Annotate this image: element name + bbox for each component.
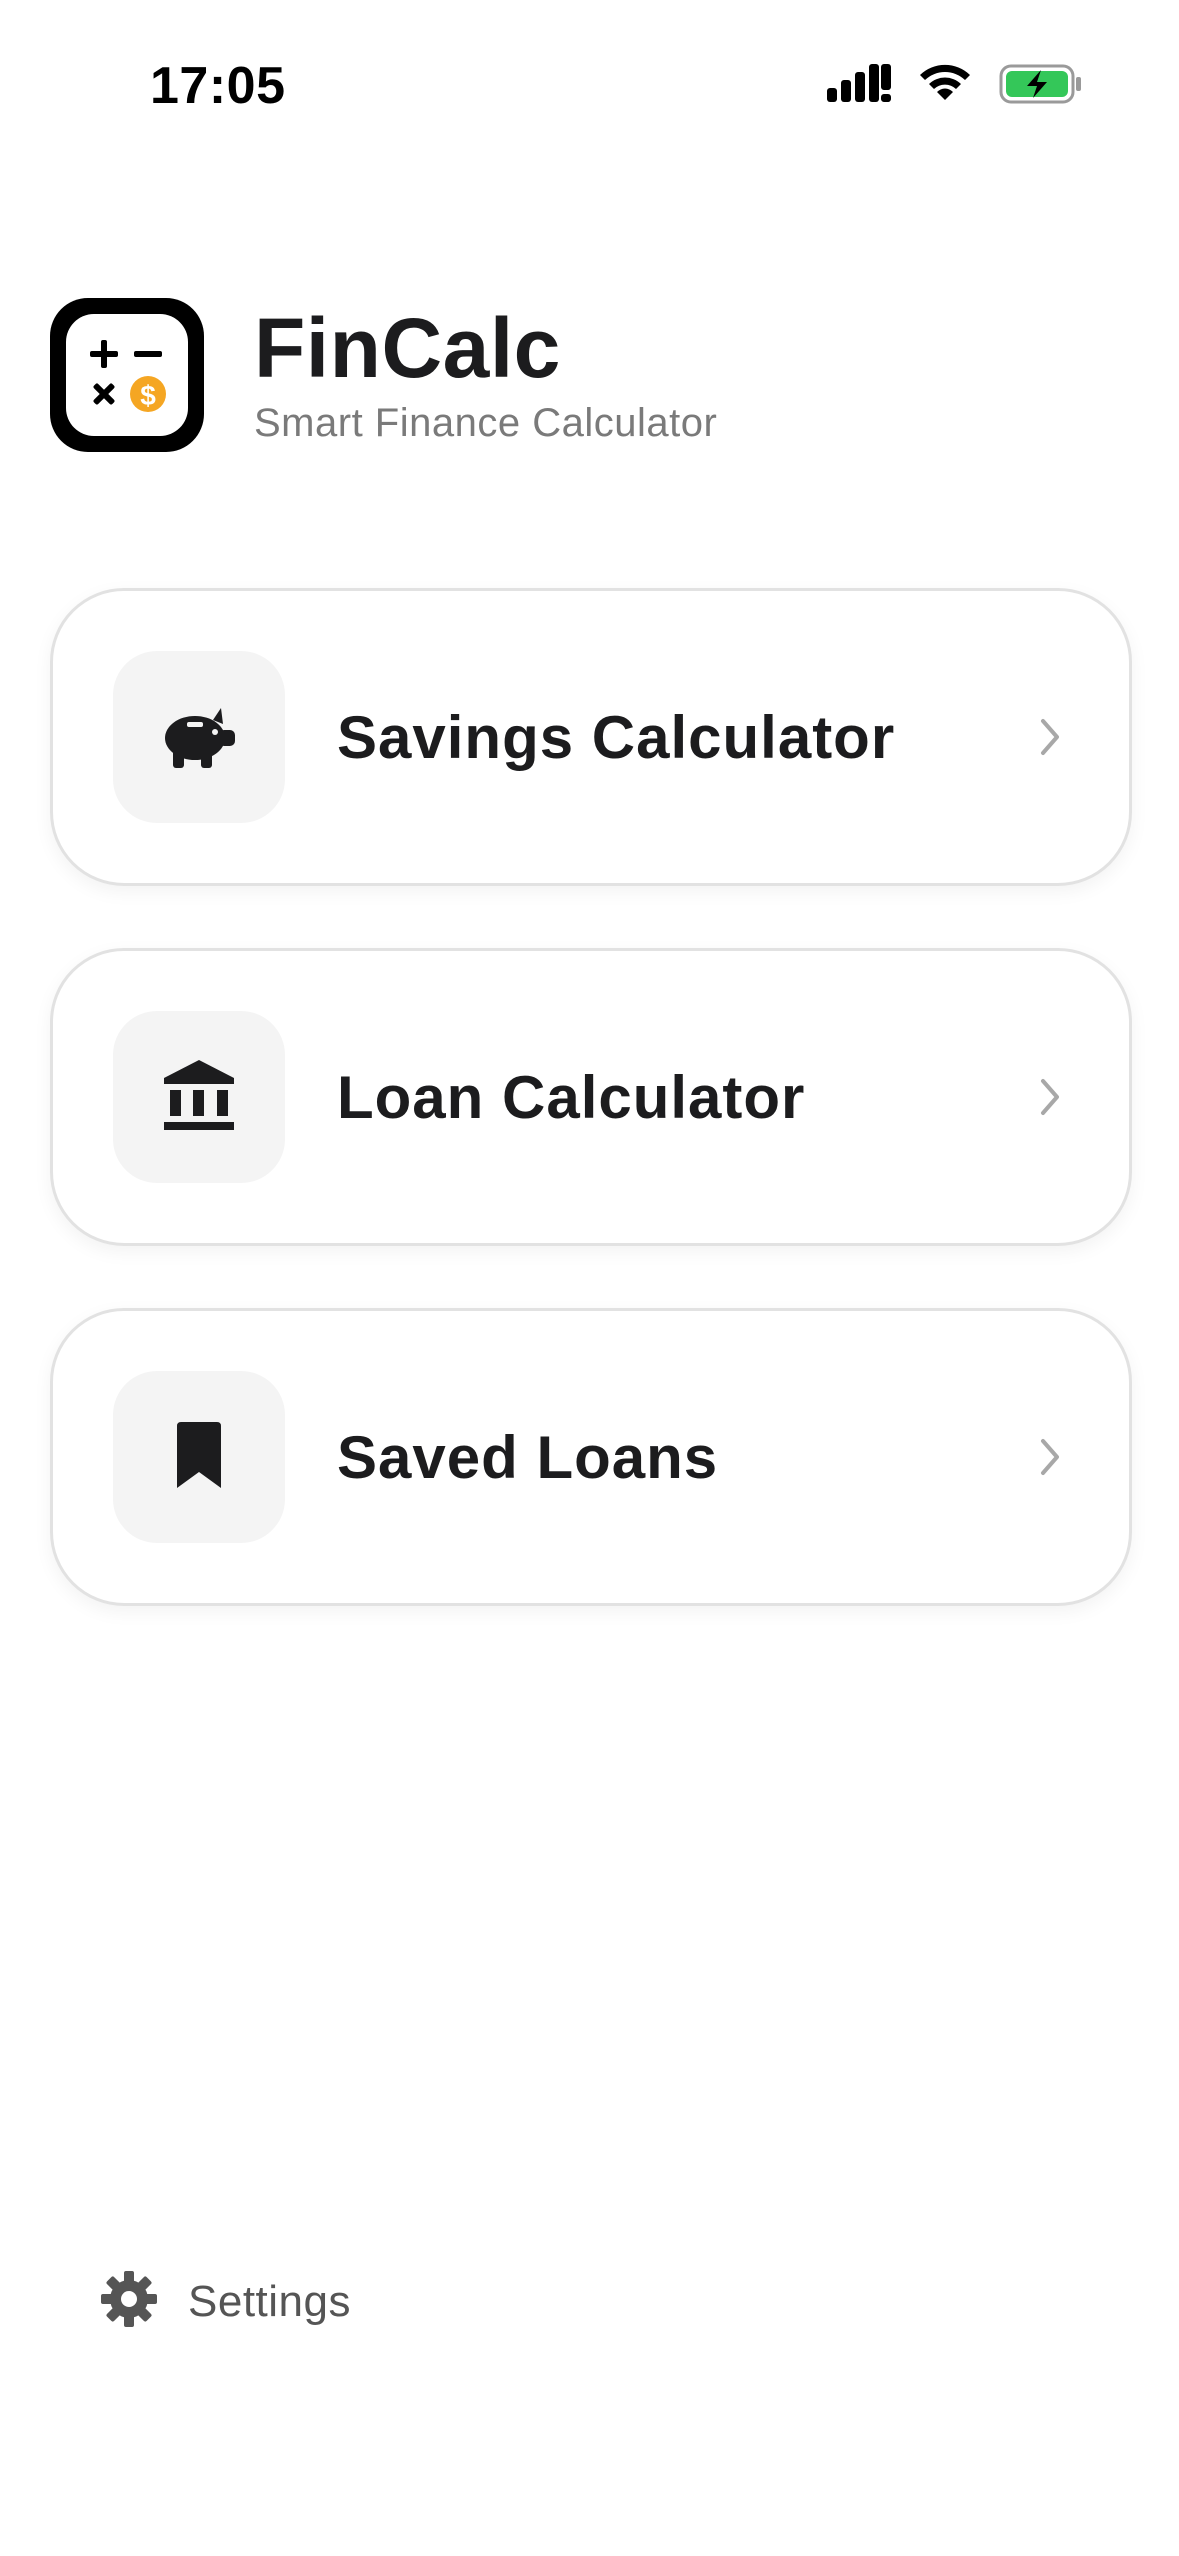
menu-label: Savings Calculator — [337, 703, 896, 771]
app-subtitle: Smart Finance Calculator — [254, 401, 718, 445]
menu-icon-box — [113, 1371, 285, 1543]
menu-icon-box — [113, 1011, 285, 1183]
app-title: FinCalc — [254, 301, 561, 395]
bookmark-icon — [171, 1420, 227, 1495]
settings-button[interactable]: Settings — [100, 2270, 351, 2333]
piggy-bank-icon — [161, 700, 237, 775]
status-bar: 17:05 — [0, 0, 1179, 170]
loan-calculator-button[interactable]: Loan Calculator — [50, 948, 1132, 1246]
savings-calculator-button[interactable]: Savings Calculator — [50, 588, 1132, 886]
chevron-right-icon — [1035, 715, 1065, 759]
settings-label: Settings — [188, 2276, 351, 2326]
calculator-dollar-icon: $ — [50, 298, 204, 452]
svg-text:$: $ — [140, 380, 156, 411]
cellular-signal-icon — [827, 64, 891, 109]
chevron-right-icon — [1035, 1435, 1065, 1479]
menu-icon-box — [113, 651, 285, 823]
home-screen: 17:05 $ FinCalc Smart Finance Calculator… — [0, 0, 1179, 2556]
status-icons — [827, 64, 1083, 109]
menu-label: Loan Calculator — [337, 1063, 806, 1131]
gear-icon — [100, 2270, 158, 2333]
menu-list: Savings Calculator Loan Calculator Saved… — [50, 588, 1132, 1668]
battery-charging-icon — [999, 64, 1083, 109]
wifi-icon — [917, 64, 973, 109]
bank-icon — [162, 1058, 236, 1137]
app-titles: FinCalc Smart Finance Calculator — [254, 302, 717, 448]
chevron-right-icon — [1035, 1075, 1065, 1119]
status-time: 17:05 — [150, 57, 286, 115]
menu-label: Saved Loans — [337, 1423, 719, 1491]
saved-loans-button[interactable]: Saved Loans — [50, 1308, 1132, 1606]
app-header: $ FinCalc Smart Finance Calculator — [50, 298, 717, 452]
